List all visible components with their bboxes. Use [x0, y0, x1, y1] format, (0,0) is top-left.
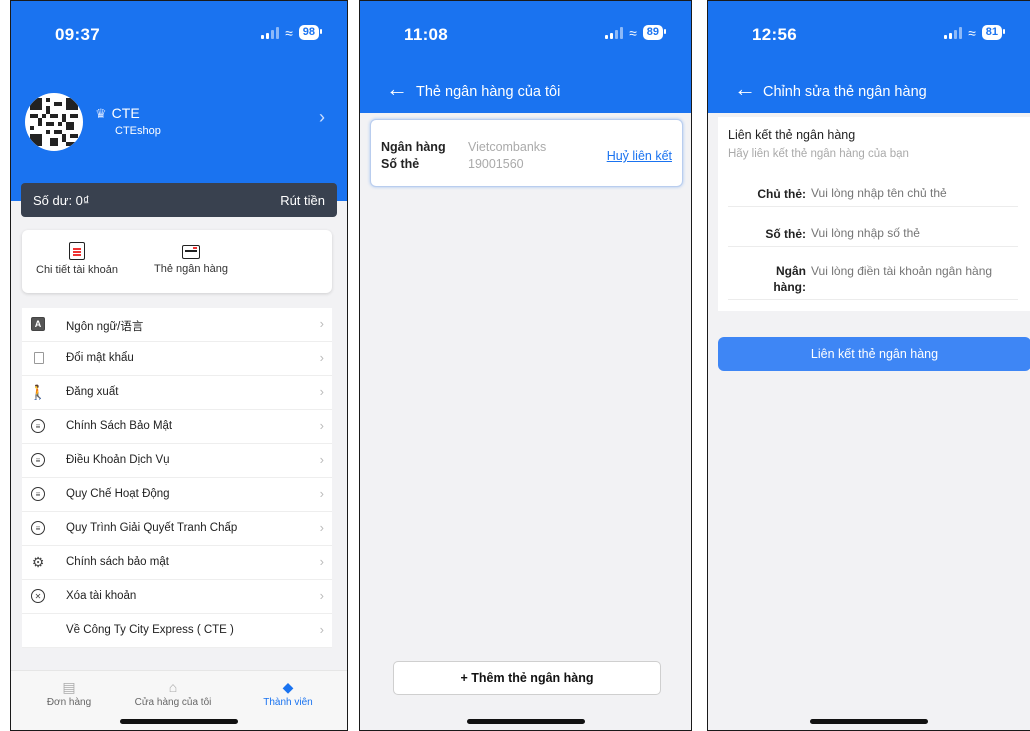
wifi-icon: ≈ — [968, 24, 976, 41]
bank-input[interactable] — [811, 264, 1016, 278]
password-icon — [34, 352, 44, 364]
page-title: Thẻ ngân hàng của tôi — [416, 84, 561, 100]
form-subheading: Hãy liên kết thẻ ngân hàng của bạn — [728, 148, 909, 160]
unlink-button[interactable]: Huỷ liên kết — [607, 149, 672, 163]
withdraw-button[interactable]: Rút tiền — [280, 193, 325, 208]
balance-label: Số dư: 0₫ — [33, 193, 90, 208]
settings-menu: A Ngôn ngữ/语言 › Đổi mật khẩu › 🚶 Đăng xu… — [22, 308, 332, 648]
edit-bank-card-screen: 12:56 ≈ 81 ← Chỉnh sửa thẻ ngân hàng Liê… — [707, 0, 1030, 731]
menu-item-privacy-policy[interactable]: ≡ Chính Sách Bảo Mật › — [22, 410, 332, 444]
account-detail-button[interactable]: Chi tiết tài khoản — [36, 242, 118, 276]
form-heading: Liên kết thẻ ngân hàng — [728, 128, 856, 142]
list-icon: ≡ — [31, 521, 45, 535]
list-icon: ≡ — [31, 487, 45, 501]
menu-item-language[interactable]: A Ngôn ngữ/语言 › — [22, 308, 332, 342]
menu-item-delete-account[interactable]: ✕ Xóa tài khoản › — [22, 580, 332, 614]
wifi-icon: ≈ — [629, 24, 637, 41]
tab-bar: ▤ Đơn hàng ⌂ Cửa hàng của tôi ◆ Thành vi… — [11, 670, 347, 730]
quick-actions: Chi tiết tài khoản Thẻ ngân hàng — [22, 230, 332, 293]
card-number-value: 19001560 — [468, 157, 524, 171]
signal-icon — [944, 26, 963, 39]
bank-value: Vietcombanks — [468, 140, 547, 154]
card-number-label: Số thẻ: — [765, 227, 806, 241]
chevron-right-icon: › — [319, 418, 324, 433]
status-time: 11:08 — [404, 25, 449, 44]
chevron-right-icon: › — [319, 316, 324, 331]
chevron-right-icon: › — [319, 554, 324, 569]
battery-indicator: 81 — [981, 25, 1006, 40]
menu-item-terms[interactable]: ≡ Điều Khoản Dịch Vụ › — [22, 444, 332, 478]
tab-member[interactable]: ◆ Thành viên — [243, 679, 333, 708]
chevron-right-icon: › — [319, 452, 324, 467]
bank-label: Ngân hàng — [381, 140, 446, 154]
crown-icon: ♛ — [95, 106, 107, 121]
bank-card-icon — [182, 245, 200, 259]
card-number-label: Số thẻ — [381, 157, 420, 171]
home-indicator — [810, 719, 928, 724]
profile-card[interactable]: ♛ CTE CTEshop › — [25, 93, 335, 153]
chevron-right-icon: › — [319, 588, 324, 603]
bank-card-button[interactable]: Thẻ ngân hàng — [154, 242, 228, 275]
diamond-icon: ◆ — [282, 679, 294, 695]
avatar — [25, 93, 83, 151]
menu-item-logout[interactable]: 🚶 Đăng xuất › — [22, 376, 332, 410]
balance-bar: Số dư: 0₫ Rút tiền — [21, 183, 337, 217]
member-screen: 09:37 ≈ 98 ♛ CTE CTEshop › Số dư: 0₫ Rút … — [10, 0, 348, 731]
bank-card-form: Liên kết thẻ ngân hàng Hãy liên kết thẻ … — [718, 117, 1030, 311]
tab-my-store[interactable]: ⌂ Cửa hàng của tôi — [128, 679, 218, 708]
signal-icon — [605, 26, 624, 39]
chevron-right-icon: › — [319, 622, 324, 637]
card-number-input[interactable] — [811, 226, 1016, 240]
holder-row: Chủ thẻ: — [728, 181, 1018, 207]
page-title: Chỉnh sửa thẻ ngân hàng — [763, 84, 927, 100]
orders-icon: ▤ — [62, 679, 76, 695]
holder-label: Chủ thẻ: — [757, 187, 806, 201]
home-indicator — [466, 719, 585, 724]
list-icon: ≡ — [31, 453, 45, 467]
chevron-right-icon: › — [319, 384, 324, 399]
home-indicator — [120, 719, 238, 724]
qr-code-icon — [30, 98, 78, 146]
bank-card-item: Ngân hàng Vietcombanks Số thẻ 19001560 H… — [370, 119, 683, 187]
close-circle-icon: ✕ — [31, 589, 45, 603]
holder-input[interactable] — [811, 186, 1016, 200]
account-detail-icon — [68, 242, 85, 260]
home-icon: ⌂ — [168, 679, 178, 695]
status-time: 09:37 — [55, 25, 100, 44]
profile-shop: CTEshop — [115, 125, 161, 137]
menu-item-dispute[interactable]: ≡ Quy Trình Giải Quyết Tranh Chấp › — [22, 512, 332, 546]
back-arrow-icon[interactable]: ← — [734, 77, 756, 101]
menu-item-change-password[interactable]: Đổi mật khẩu › — [22, 342, 332, 376]
chevron-right-icon: › — [319, 107, 325, 127]
battery-indicator: 89 — [642, 25, 667, 40]
status-time: 12:56 — [752, 25, 797, 44]
back-arrow-icon[interactable]: ← — [386, 77, 408, 101]
status-bar: 11:08 ≈ 89 — [360, 1, 691, 69]
profile-name: CTE — [111, 105, 140, 121]
menu-item-security-policy[interactable]: ⚙ Chính sách bảo mật › — [22, 546, 332, 580]
add-bank-card-button[interactable]: + Thêm thẻ ngân hàng — [393, 661, 661, 695]
link-bank-card-button[interactable]: Liên kết thẻ ngân hàng — [718, 337, 1030, 371]
battery-indicator: 98 — [298, 25, 323, 40]
gear-icon: ⚙ — [31, 553, 45, 570]
signal-icon — [261, 26, 280, 39]
tab-orders[interactable]: ▤ Đơn hàng — [24, 679, 114, 708]
bank-label: Ngân hàng: — [773, 264, 806, 294]
status-bar: 12:56 ≈ 81 — [708, 1, 1030, 69]
bank-row: Ngân hàng: — [728, 260, 1018, 300]
wifi-icon: ≈ — [285, 24, 293, 41]
list-icon: ≡ — [31, 419, 45, 433]
logout-icon: 🚶 — [29, 383, 47, 400]
chevron-right-icon: › — [319, 520, 324, 535]
language-icon: A — [31, 317, 45, 331]
menu-item-operating-rules[interactable]: ≡ Quy Chế Hoạt Động › — [22, 478, 332, 512]
status-bar: 09:37 ≈ 98 — [11, 1, 347, 69]
chevron-right-icon: › — [319, 350, 324, 365]
menu-item-about[interactable]: Về Công Ty City Express ( CTE ) › — [22, 614, 332, 648]
chevron-right-icon: › — [319, 486, 324, 501]
bank-cards-screen: 11:08 ≈ 89 ← Thẻ ngân hàng của tôi Ngân … — [359, 0, 692, 731]
card-number-row: Số thẻ: — [728, 221, 1018, 247]
